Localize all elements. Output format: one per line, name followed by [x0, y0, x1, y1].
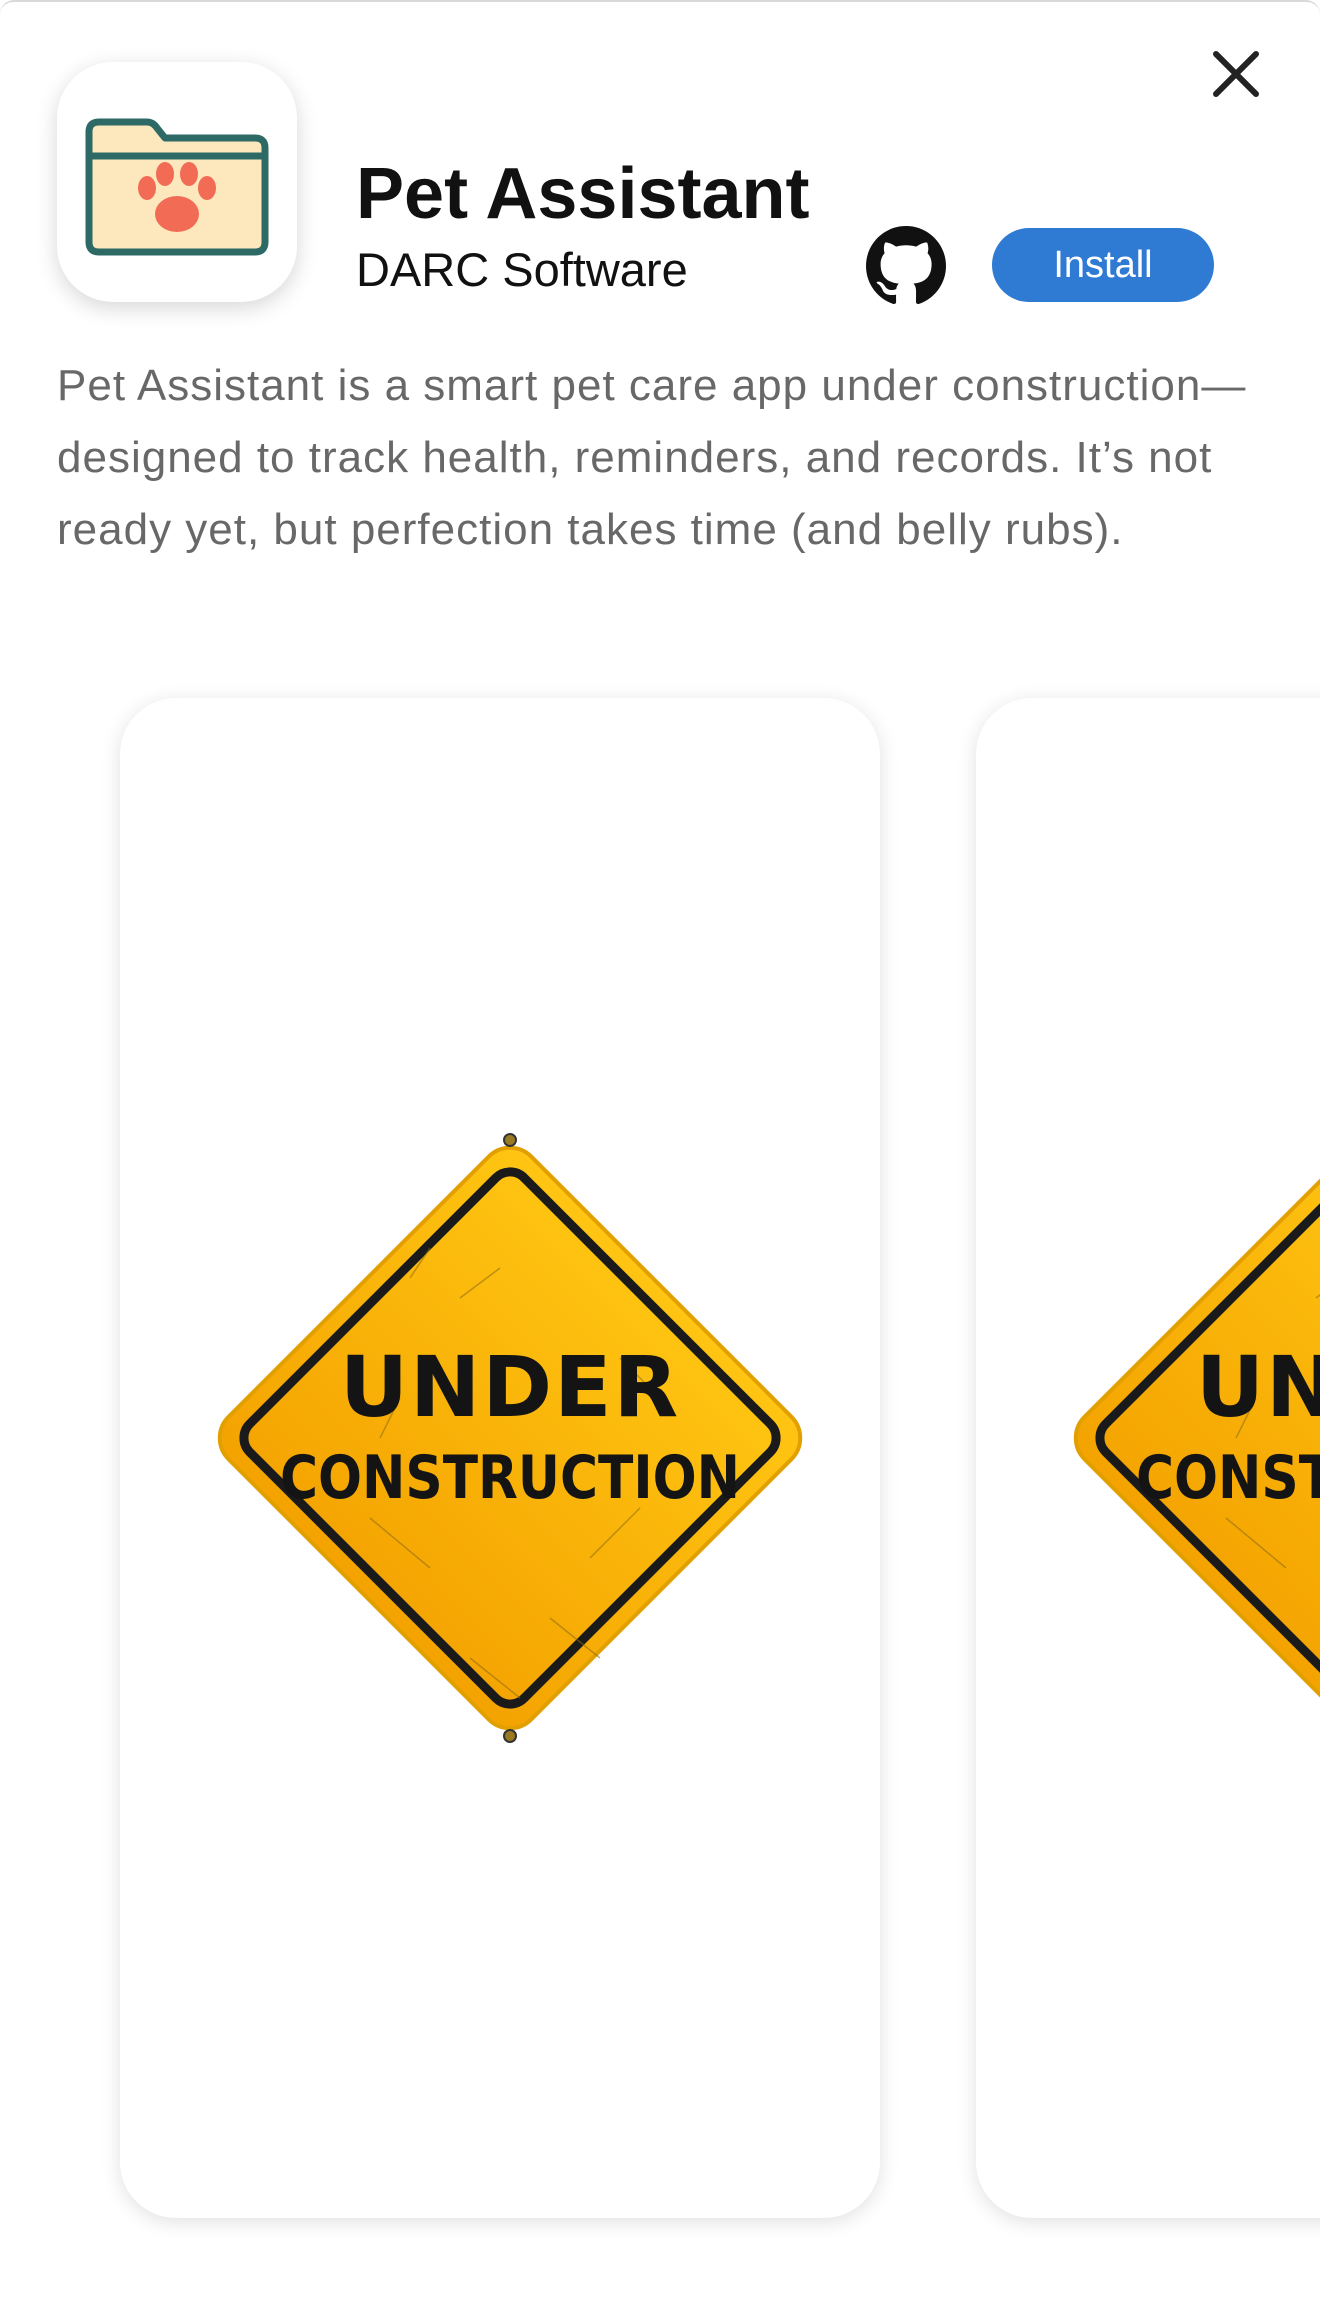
sign-line-1: UNDER [340, 1338, 680, 1436]
app-details-sheet: Pet Assistant DARC Software Install Pet … [0, 0, 1320, 2302]
screenshot-carousel[interactable]: UNDER CONSTRUCTION UNDER CONSTRUCTION [0, 692, 1320, 2242]
app-title: Pet Assistant [356, 154, 810, 234]
app-developer: DARC Software [356, 243, 688, 296]
sign-line-1: UNDER [1196, 1338, 1320, 1436]
screenshot-card[interactable]: UNDER CONSTRUCTION [976, 698, 1320, 2218]
folder-paw-icon [85, 118, 269, 256]
app-icon [57, 62, 297, 302]
sign-line-2: CONSTRUCTION [1136, 1443, 1320, 1513]
close-icon [1213, 51, 1259, 97]
install-button[interactable]: Install [992, 228, 1214, 302]
screenshot-card[interactable]: UNDER CONSTRUCTION [120, 698, 880, 2218]
github-link[interactable] [866, 226, 946, 306]
app-description: Pet Assistant is a smart pet care app un… [57, 361, 1247, 554]
sign-line-2: CONSTRUCTION [280, 1443, 740, 1513]
close-button[interactable] [1200, 38, 1272, 110]
github-icon [866, 226, 946, 305]
under-construction-sign: UNDER CONSTRUCTION [217, 1133, 803, 1743]
under-construction-sign: UNDER CONSTRUCTION [1073, 1145, 1320, 1731]
